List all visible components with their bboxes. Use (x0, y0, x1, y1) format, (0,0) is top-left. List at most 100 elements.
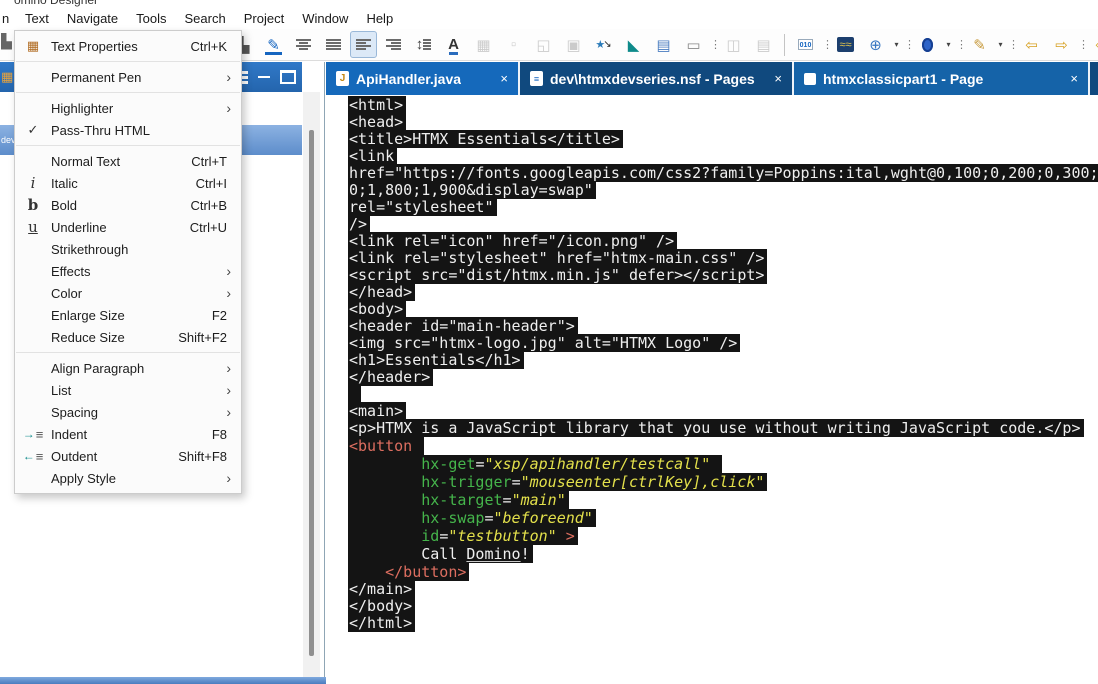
code-line-23[interactable]: hx-trigger="mouseenter[ctrlKey],click" (348, 473, 1098, 491)
sidebar-scrollbar-thumb[interactable] (309, 130, 314, 656)
menubar-overflow-item[interactable]: n (0, 11, 16, 26)
menu-item-permanent-pen[interactable]: Permanent Pen› (15, 66, 241, 88)
code-line-17[interactable]: </header> (348, 369, 1098, 386)
launch-icon[interactable]: ✎ (966, 31, 993, 58)
toolbar-overflow-dots[interactable]: ⋮ (710, 38, 717, 51)
code-line-11[interactable]: <script src="dist/htmx.min.js" defer></s… (348, 267, 1098, 284)
panel-restore-icon[interactable] (280, 70, 296, 84)
code-line-22[interactable]: hx-get="xsp/apihandler/testcall" (348, 455, 1098, 473)
menubar-item-tools[interactable]: Tools (127, 8, 175, 29)
menu-item-list[interactable]: List› (15, 379, 241, 401)
menu-item-bold[interactable]: bBoldCtrl+B (15, 194, 241, 216)
menubar-item-project[interactable]: Project (235, 8, 293, 29)
tab-htmxclassicpart1-page[interactable]: htmxclassicpart1 - Page× (794, 62, 1088, 95)
ruler-icon[interactable]: ▭ (680, 31, 707, 58)
code-line-14[interactable]: <header id="main-header"> (348, 318, 1098, 335)
layout-icon[interactable]: ▤ (650, 31, 677, 58)
code-line-10[interactable]: <link rel="stylesheet" href="htmx-main.c… (348, 250, 1098, 267)
code-line-24[interactable]: hx-target="main" (348, 491, 1098, 509)
text-properties-toolbar-icon[interactable]: ▙ (1, 33, 14, 50)
code-line-28[interactable]: </button> (348, 563, 1098, 581)
binary-view-icon[interactable]: 010 (792, 31, 819, 58)
tab-apihandler-java[interactable]: JApiHandler.java× (326, 62, 518, 95)
justify-icon[interactable] (320, 31, 347, 58)
align-right-icon[interactable] (380, 31, 407, 58)
toolbar-overflow-dots[interactable]: ⋮ (956, 38, 963, 51)
menu-item-strikethrough[interactable]: Strikethrough (15, 238, 241, 260)
code-line-8[interactable]: /> (348, 216, 1098, 233)
code-line-2[interactable]: <head> (348, 114, 1098, 131)
debug-icon[interactable] (914, 31, 941, 58)
panel-minimize-icon[interactable] (258, 76, 270, 78)
collapsed-panel-bar[interactable] (0, 677, 330, 684)
code-line-25[interactable]: hx-swap="beforeend" (348, 509, 1098, 527)
java-file-icon: J (336, 71, 349, 86)
debug-dropdown-caret[interactable]: ▾ (944, 40, 953, 49)
menu-item-color[interactable]: Color› (15, 282, 241, 304)
code-line-30[interactable]: </body> (348, 598, 1098, 615)
toolbar-overflow-dots[interactable]: ⋮ (904, 38, 911, 51)
text-color-icon[interactable]: A (440, 31, 467, 58)
menu-item-indent[interactable]: →≡IndentF8 (15, 423, 241, 445)
back-new-icon[interactable]: ⇦ (1018, 31, 1045, 58)
permanent-pen-icon[interactable]: ✎ (260, 31, 287, 58)
code-line-4[interactable]: <link (348, 148, 1098, 165)
menu-item-reduce-size[interactable]: Reduce SizeShift+F2 (15, 326, 241, 348)
menu-item-spacing[interactable]: Spacing› (15, 401, 241, 423)
code-line-21[interactable]: <button (348, 437, 1098, 455)
tab-close-icon[interactable]: × (768, 71, 782, 86)
menu-item-outdent[interactable]: ←≡OutdentShift+F8 (15, 445, 241, 467)
code-line-16[interactable]: <h1>Essentials</h1> (348, 352, 1098, 369)
code-line-5[interactable]: href="https://fonts.googleapis.com/css2?… (348, 165, 1098, 182)
menubar-item-help[interactable]: Help (357, 8, 402, 29)
preview-browser-icon[interactable]: ⊕ (862, 31, 889, 58)
align-center-icon[interactable] (290, 31, 317, 58)
back-icon[interactable]: ⇦ (1088, 31, 1098, 58)
code-line-18[interactable] (348, 386, 1098, 403)
design-mode-icon[interactable]: ◣ (620, 31, 647, 58)
code-line-26[interactable]: id="testbutton" > (348, 527, 1098, 545)
create-element-icon[interactable]: ★↘ (590, 31, 617, 58)
tab-close-icon[interactable]: × (1064, 71, 1078, 86)
menubar-item-text[interactable]: Text (16, 8, 58, 29)
code-line-12[interactable]: </head> (348, 284, 1098, 301)
menu-item-pass-thru-html[interactable]: ✓Pass-Thru HTML (15, 119, 241, 141)
code-line-19[interactable]: <main> (348, 403, 1098, 420)
preview-browser-dropdown-caret[interactable]: ▾ (892, 40, 901, 49)
menu-item-text-properties[interactable]: ▦Text PropertiesCtrl+K (15, 35, 241, 57)
menu-item-enlarge-size[interactable]: Enlarge SizeF2 (15, 304, 241, 326)
menu-item-align-paragraph[interactable]: Align Paragraph› (15, 357, 241, 379)
menu-item-underline[interactable]: uUnderlineCtrl+U (15, 216, 241, 238)
code-line-7[interactable]: rel="stylesheet" (348, 199, 1098, 216)
menu-item-normal-text[interactable]: Normal TextCtrl+T (15, 150, 241, 172)
code-line-15[interactable]: <img src="htmx-logo.jpg" alt="HTMX Logo"… (348, 335, 1098, 352)
code-line-20[interactable]: <p>HTMX is a JavaScript library that you… (348, 420, 1098, 437)
page-source-editor[interactable]: <html><head><title>HTMX Essentials</titl… (326, 95, 1098, 684)
preview-notes-icon[interactable]: ≈≈ (832, 31, 859, 58)
launch-dropdown-caret[interactable]: ▾ (996, 40, 1005, 49)
toolbar-overflow-dots[interactable]: ⋮ (1078, 38, 1085, 51)
menu-item-apply-style[interactable]: Apply Style› (15, 467, 241, 489)
tab-close-icon[interactable]: × (494, 71, 508, 86)
code-line-27[interactable]: Call Domino! (348, 545, 1098, 563)
menu-item-italic[interactable]: iItalicCtrl+I (15, 172, 241, 194)
toolbar-overflow-dots[interactable]: ⋮ (822, 38, 829, 51)
menu-item-highlighter[interactable]: Highlighter› (15, 97, 241, 119)
tab-dev-htmxdevseries-nsf-pages[interactable]: ≡dev\htmxdevseries.nsf - Pages× (520, 62, 792, 95)
menubar-item-navigate[interactable]: Navigate (58, 8, 127, 29)
toolbar-overflow-dots[interactable]: ⋮ (1008, 38, 1015, 51)
align-left-icon[interactable] (350, 31, 377, 58)
code-line-9[interactable]: <link rel="icon" href="/icon.png" /> (348, 233, 1098, 250)
code-line-31[interactable]: </html> (348, 615, 1098, 632)
menu-item-effects[interactable]: Effects› (15, 260, 241, 282)
menubar-item-window[interactable]: Window (293, 8, 357, 29)
code-line-3[interactable]: <title>HTMX Essentials</title> (348, 131, 1098, 148)
sidebar-scrollbar[interactable] (303, 92, 320, 684)
code-line-13[interactable]: <body> (348, 301, 1098, 318)
code-line-1[interactable]: <html> (348, 97, 1098, 114)
forward-new-icon[interactable]: ⇨ (1048, 31, 1075, 58)
line-spacing-icon[interactable]: ↕ (410, 31, 437, 58)
code-line-29[interactable]: </main> (348, 581, 1098, 598)
menubar-item-search[interactable]: Search (176, 8, 235, 29)
code-line-6[interactable]: 0;1,800;1,900&display=swap" (348, 182, 1098, 199)
